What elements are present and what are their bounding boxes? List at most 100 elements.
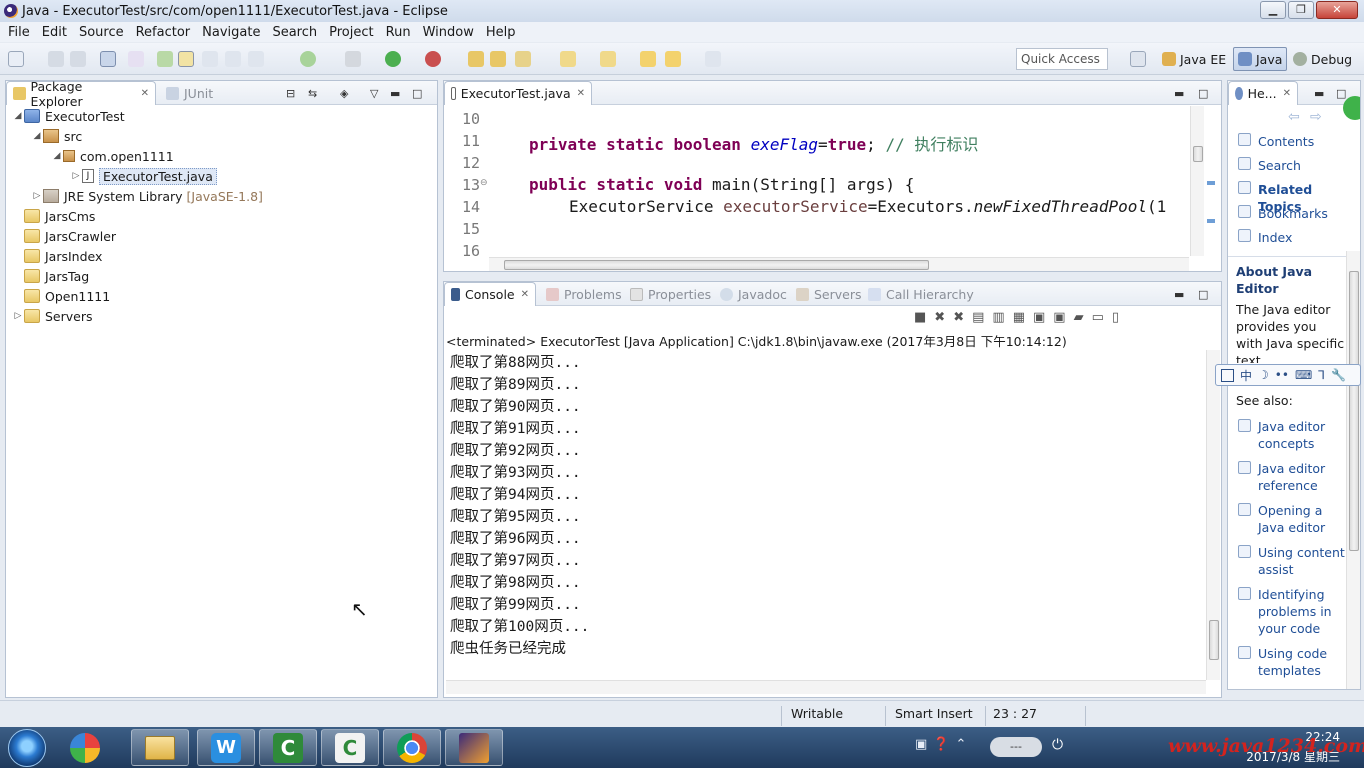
help-link-index[interactable]: Index	[1258, 229, 1292, 246]
tab-junit[interactable]: JUnit	[160, 81, 219, 105]
window-titlebar[interactable]: Java - ExecutorTest/src/com/open1111/Exe…	[0, 0, 1364, 22]
ime-chinese-mode[interactable]: 中	[1240, 367, 1252, 384]
show-stdout-icon[interactable]: ▣	[1033, 310, 1045, 325]
next-annotation-icon[interactable]	[560, 51, 576, 67]
maximize-view-icon[interactable]: □	[1336, 87, 1346, 100]
word-wrap-icon[interactable]: ▦	[1013, 310, 1025, 325]
back-icon[interactable]	[665, 51, 681, 67]
close-tab-icon[interactable]: ✕	[141, 88, 149, 99]
editor-horizontal-scrollbar[interactable]	[489, 257, 1189, 271]
help-link-identifying-problems[interactable]: Identifying problems in your code	[1258, 586, 1346, 637]
overview-marker[interactable]	[1207, 181, 1215, 185]
tree-item-jarscms[interactable]: JarsCms	[12, 206, 95, 226]
tab-properties[interactable]: Properties	[624, 282, 717, 306]
code-line-14[interactable]: ExecutorService executorService=Executor…	[569, 197, 1166, 216]
scroll-lock-icon[interactable]: ▥	[992, 310, 1004, 325]
display-console-icon[interactable]: ▭	[1092, 310, 1104, 325]
tree-item-src[interactable]: ◢ src	[31, 126, 83, 146]
close-tab-icon[interactable]: ✕	[521, 289, 529, 300]
close-button[interactable]: ✕	[1316, 1, 1358, 19]
code-line-11[interactable]: private static boolean exeFlag=true; // …	[529, 131, 978, 155]
focus-icon[interactable]: ◈	[340, 87, 348, 100]
perspective-java[interactable]: Java	[1233, 47, 1288, 71]
clear-console-icon[interactable]: ▤	[972, 310, 984, 325]
menu-search[interactable]: Search	[266, 25, 323, 40]
minimize-view-icon[interactable]: ▬	[1174, 288, 1184, 301]
show-whitespace-icon[interactable]	[248, 51, 264, 67]
help-link-opening-editor[interactable]: Opening a Java editor	[1258, 502, 1346, 536]
overview-marker[interactable]	[1207, 219, 1215, 223]
previous-annotation-icon[interactable]	[600, 51, 616, 67]
help-link-contents[interactable]: Contents	[1258, 133, 1314, 150]
close-tab-icon[interactable]: ✕	[1283, 88, 1291, 99]
tab-executortest-java[interactable]: ExecutorTest.java ✕	[444, 81, 592, 105]
search-icon[interactable]	[515, 51, 531, 67]
expand-arrow-icon[interactable]: ▷	[31, 191, 43, 201]
taskbar-explorer[interactable]	[131, 729, 189, 766]
save-icon[interactable]	[48, 51, 64, 67]
tree-item-executortest[interactable]: ◢ ExecutorTest	[12, 106, 125, 126]
tray-battery-icon[interactable]: ---	[990, 737, 1042, 757]
scroll-thumb[interactable]	[504, 260, 929, 270]
expand-arrow-icon[interactable]: ◢	[51, 151, 63, 161]
view-menu-icon[interactable]: ▽	[370, 87, 378, 100]
console-vertical-scrollbar[interactable]	[1206, 350, 1220, 680]
console-horizontal-scrollbar[interactable]	[446, 680, 1206, 694]
minimize-view-icon[interactable]: ▬	[1314, 87, 1324, 100]
maximize-view-icon[interactable]: □	[1198, 87, 1208, 100]
tree-item-jarsindex[interactable]: JarsIndex	[12, 246, 102, 266]
ime-toolbar[interactable]: 中 ☽ •• ⌨ ⅂ 🔧	[1215, 364, 1361, 386]
tab-package-explorer[interactable]: Package Explorer ✕	[6, 79, 156, 109]
terminal-icon[interactable]	[100, 51, 116, 67]
toggle-block-icon[interactable]	[225, 51, 241, 67]
tree-item-executortest-java[interactable]: ▷ J ExecutorTest.java	[70, 166, 217, 186]
ime-logo-icon[interactable]	[1221, 368, 1234, 382]
back-arrow-icon[interactable]: ⇦	[1288, 109, 1300, 125]
tab-servers[interactable]: Servers	[790, 282, 868, 306]
perspective-debug[interactable]: Debug	[1289, 47, 1356, 71]
tree-item-open1111[interactable]: Open1111	[12, 286, 110, 306]
link-with-editor-icon[interactable]: ⇆	[308, 87, 317, 100]
scroll-thumb[interactable]	[1193, 146, 1203, 162]
tree-item-servers[interactable]: ▷ Servers	[12, 306, 93, 326]
tab-help[interactable]: He... ✕	[1228, 81, 1298, 105]
ime-toolbox-icon[interactable]: ⅂	[1318, 368, 1325, 382]
help-vertical-scrollbar[interactable]	[1346, 251, 1360, 689]
menu-edit[interactable]: Edit	[36, 25, 73, 40]
menu-window[interactable]: Window	[417, 25, 480, 40]
maximize-button[interactable]: ❐	[1288, 1, 1314, 19]
tab-problems[interactable]: Problems	[540, 282, 628, 306]
new-icon[interactable]	[8, 51, 24, 67]
ime-keyboard-icon[interactable]: ⌨	[1295, 368, 1312, 382]
open-type-icon[interactable]	[468, 51, 484, 67]
pin-console-icon[interactable]: ▰	[1074, 310, 1084, 325]
fold-icon[interactable]: ⊖	[480, 178, 488, 188]
new-java-project-icon[interactable]	[157, 51, 173, 67]
menu-source[interactable]: Source	[73, 25, 130, 40]
taskbar-camtasia[interactable]: C	[259, 729, 317, 766]
show-stderr-icon[interactable]: ▣	[1053, 310, 1065, 325]
tray-icon[interactable]: ▣	[915, 737, 927, 752]
taskbar-camtasia-recorder[interactable]: C	[321, 729, 379, 766]
menu-file[interactable]: File	[2, 25, 36, 40]
run-icon[interactable]	[385, 51, 401, 67]
tree-item-jarstag[interactable]: JarsTag	[12, 266, 89, 286]
tree-item-package[interactable]: ◢ com.open1111	[51, 146, 174, 166]
open-perspective-icon[interactable]	[1130, 51, 1146, 67]
expand-arrow-icon[interactable]: ◢	[12, 111, 24, 121]
ime-settings-icon[interactable]: 🔧	[1331, 368, 1346, 382]
skip-breakpoints-icon[interactable]	[128, 51, 144, 67]
menu-project[interactable]: Project	[323, 25, 379, 40]
tree-item-jre-library[interactable]: ▷ JRE System Library [JavaSE-1.8]	[31, 186, 263, 206]
tray-help-icon[interactable]: ❓	[933, 737, 949, 752]
scroll-thumb[interactable]	[1209, 620, 1219, 660]
maximize-view-icon[interactable]: □	[1198, 288, 1208, 301]
taskbar-chrome[interactable]	[383, 729, 441, 766]
expand-arrow-icon[interactable]: ▷	[70, 171, 82, 181]
help-link-code-templates[interactable]: Using code templates	[1258, 645, 1346, 679]
save-all-icon[interactable]	[70, 51, 86, 67]
expand-arrow-icon[interactable]: ▷	[12, 311, 24, 321]
toggle-mark-icon[interactable]	[178, 51, 194, 67]
help-link-search[interactable]: Search	[1258, 157, 1301, 174]
last-edit-icon[interactable]	[640, 51, 656, 67]
